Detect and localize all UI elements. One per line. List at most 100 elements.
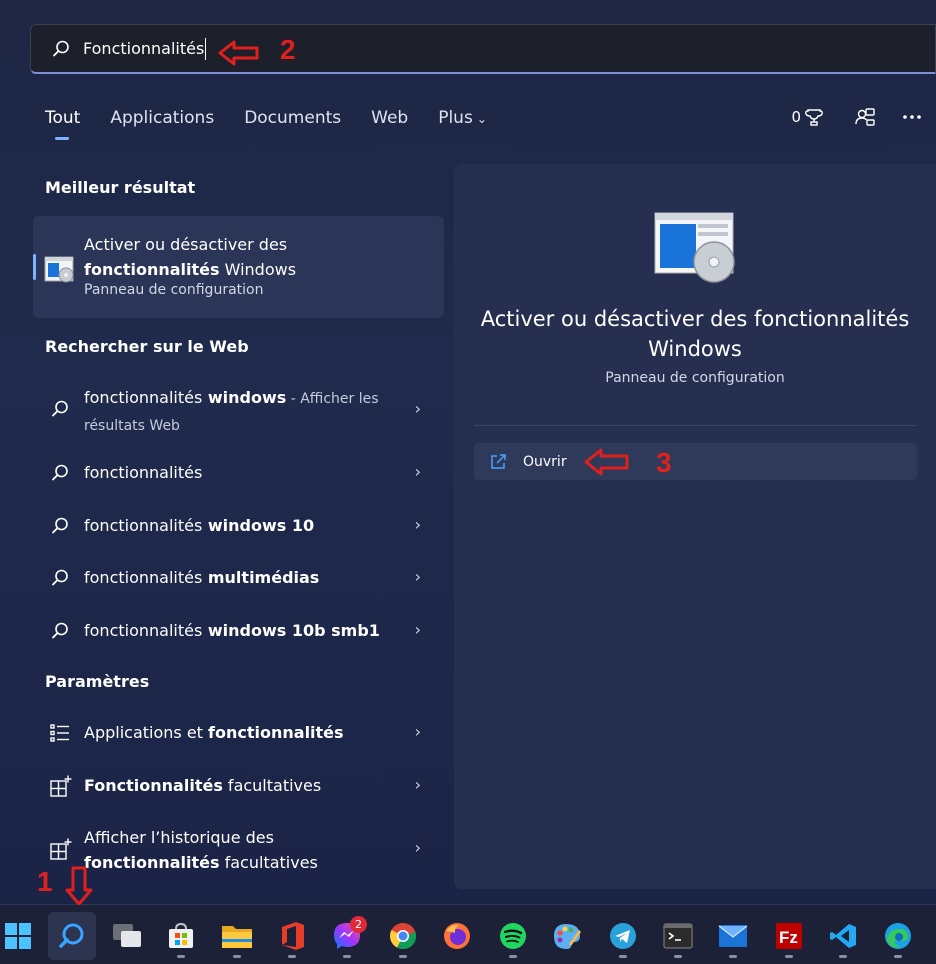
paint-icon (554, 924, 581, 949)
chevron-right-icon: › (414, 462, 421, 481)
search-tabs: Tout Applications Documents Web Plus ⌄ (45, 108, 517, 140)
search-input[interactable]: Fonctionnalités (83, 39, 204, 58)
tab-applications[interactable]: Applications (110, 108, 214, 140)
paint-button[interactable] (543, 912, 591, 960)
running-indicator (619, 955, 627, 958)
notification-badge: 2 (350, 916, 367, 933)
search-icon (59, 923, 84, 948)
more-options-button[interactable] (902, 104, 922, 130)
windows-features-icon (44, 256, 74, 283)
trophy-icon (805, 109, 823, 126)
web-result-item[interactable]: fonctionnalités windows 10b smb1 › (33, 618, 444, 644)
store-button[interactable] (157, 912, 205, 960)
web-result-text: fonctionnalités (84, 460, 404, 485)
settings-result-item[interactable]: Afficher l’historique des fonctionnalités… (33, 825, 444, 877)
terminal-button[interactable] (654, 912, 702, 960)
web-result-text: fonctionnalités windows - Afficher les r… (84, 385, 404, 439)
best-result-title: Activer ou désactiver des fonctionnalité… (84, 232, 414, 282)
add-feature-icon (50, 838, 72, 860)
telegram-button[interactable] (599, 912, 647, 960)
chevron-right-icon: › (414, 722, 421, 741)
detail-title-line1: Activer ou désactiver des fonctionnalité… (480, 307, 910, 331)
best-result-subtitle: Panneau de configuration (84, 282, 264, 298)
firefox-button[interactable] (433, 912, 481, 960)
running-indicator (509, 955, 517, 958)
web-result-text: fonctionnalités windows 10 (84, 513, 404, 538)
chevron-right-icon: › (414, 620, 421, 639)
tab-more-label: Plus (438, 108, 473, 128)
web-result-item[interactable]: fonctionnalités windows - Afficher les r… (33, 384, 444, 436)
running-indicator (399, 955, 407, 958)
telegram-icon (610, 923, 636, 949)
account-switch-button[interactable] (854, 104, 876, 130)
start-button[interactable] (0, 912, 42, 960)
tab-documents-label: Documents (244, 108, 342, 128)
settings-result-text: Afficher l’historique des fonctionnalités… (84, 825, 404, 875)
spotify-button[interactable] (489, 912, 537, 960)
filezilla-icon: Fz (776, 923, 802, 949)
open-button[interactable]: Ouvrir (474, 443, 917, 480)
taskbar: 2 Fz (0, 905, 936, 964)
open-button-label: Ouvrir (523, 453, 567, 470)
annotation-arrow-left-icon (584, 448, 629, 476)
edge-button[interactable] (874, 912, 922, 960)
ellipsis-icon (903, 115, 921, 119)
search-icon (52, 400, 68, 417)
settings-bold: fonctionnalités (84, 853, 220, 872)
settings-after: facultatives (219, 853, 318, 872)
settings-normal: Afficher l’historique des (84, 828, 274, 847)
vscode-icon (830, 924, 856, 948)
mail-button[interactable] (709, 912, 757, 960)
search-box[interactable]: Fonctionnalités (30, 24, 936, 74)
settings-result-text: Applications et fonctionnalités (84, 720, 404, 745)
search-header-actions: 0 (791, 104, 922, 130)
chevron-right-icon: › (414, 838, 421, 857)
tab-more[interactable]: Plus ⌄ (438, 108, 487, 140)
settings-bold: fonctionnalités (208, 723, 344, 742)
svg-text:Fz: Fz (779, 928, 798, 947)
file-explorer-button[interactable] (213, 912, 261, 960)
chevron-right-icon: › (414, 515, 421, 534)
web-result-item[interactable]: fonctionnalités windows 10 › (33, 513, 444, 539)
running-indicator (785, 955, 793, 958)
selection-indicator (33, 254, 36, 280)
tab-documents[interactable]: Documents (244, 108, 341, 140)
terminal-icon (663, 923, 693, 949)
tab-web[interactable]: Web (371, 108, 408, 140)
search-icon (52, 464, 68, 481)
filezilla-button[interactable]: Fz (765, 912, 813, 960)
annotation-arrow-left-icon (218, 40, 259, 66)
tab-applications-label: Applications (110, 108, 215, 128)
rewards-points-button[interactable]: 0 (791, 104, 824, 130)
web-result-item[interactable]: fonctionnalités multimédias › (33, 565, 444, 591)
web-result-text: fonctionnalités multimédias (84, 565, 404, 590)
office-button[interactable] (268, 912, 316, 960)
vscode-button[interactable] (819, 912, 867, 960)
search-icon (52, 569, 68, 586)
running-indicator (288, 955, 296, 958)
web-result-normal: fonctionnalités (84, 621, 203, 640)
web-result-normal: fonctionnalités (84, 516, 203, 535)
tab-all[interactable]: Tout (45, 108, 80, 140)
mail-icon (718, 925, 748, 947)
web-result-bold: windows 10 (202, 516, 315, 535)
divider (474, 425, 917, 426)
taskbar-search-button[interactable] (48, 912, 96, 960)
chevron-right-icon: › (414, 775, 421, 794)
annotation-label-3: 3 (656, 447, 672, 478)
best-result-item[interactable]: Activer ou désactiver des fonctionnalité… (33, 216, 444, 318)
settings-result-item[interactable]: Fonctionnalités facultatives › (33, 773, 444, 799)
settings-bold: Fonctionnalités (84, 776, 223, 795)
messenger-button[interactable]: 2 (323, 912, 371, 960)
tab-web-label: Web (371, 108, 409, 128)
settings-normal: Applications et (84, 723, 209, 742)
store-icon (169, 922, 193, 948)
tab-all-label: Tout (45, 108, 81, 128)
office-icon (282, 922, 304, 950)
chrome-button[interactable] (379, 912, 427, 960)
web-result-item[interactable]: fonctionnalités › (33, 460, 444, 486)
settings-result-item[interactable]: Applications et fonctionnalités › (33, 720, 444, 746)
detail-pane: Activer ou désactiver des fonctionnalité… (454, 164, 936, 889)
annotation-label-2: 2 (280, 34, 296, 65)
task-view-button[interactable] (103, 912, 151, 960)
